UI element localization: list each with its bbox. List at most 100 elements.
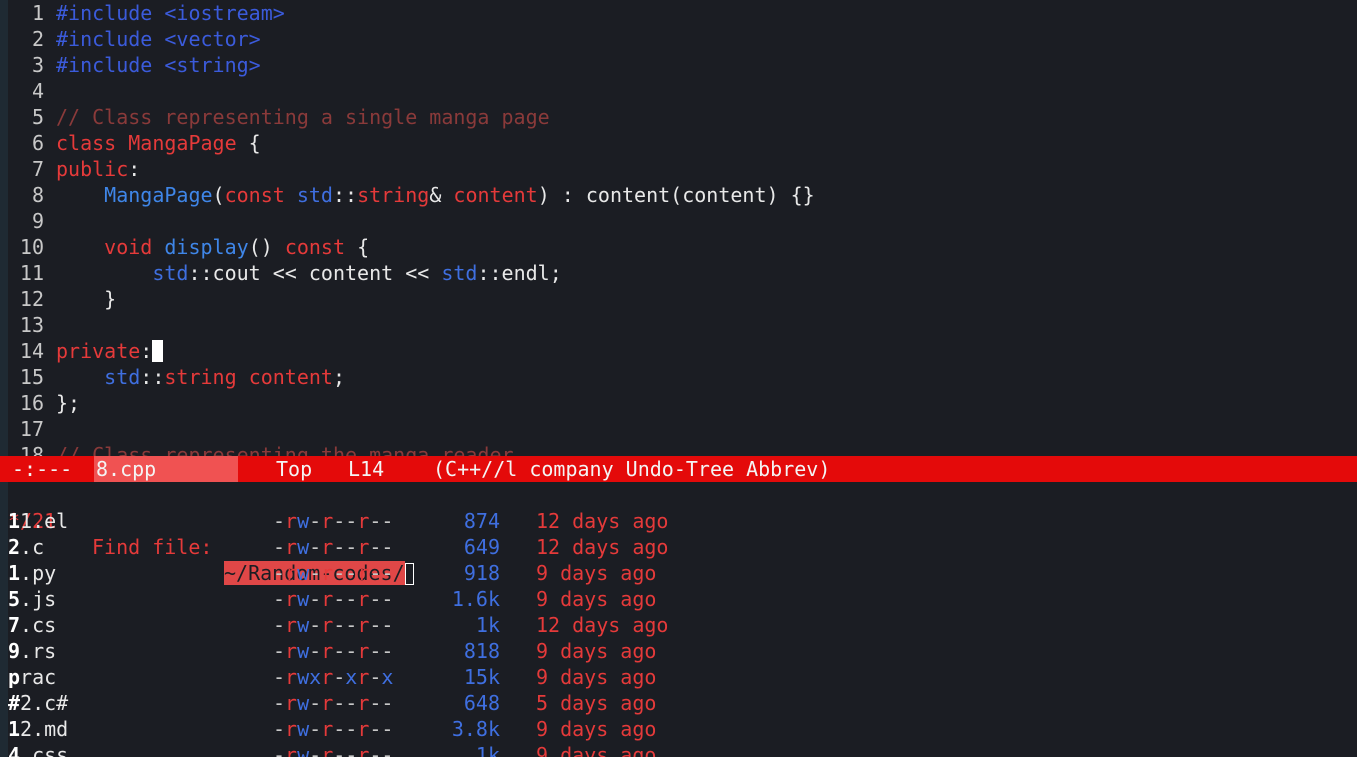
text-cursor (152, 340, 164, 362)
line-number: 8 (31, 183, 44, 207)
file-modified-age: 9 days ago (536, 665, 657, 689)
line-number: 15 (19, 365, 44, 389)
file-name[interactable]: 9.rs (8, 638, 56, 664)
line-number: 3 (31, 53, 44, 77)
code-line[interactable]: 7 public: (0, 156, 140, 182)
minibuffer[interactable]: */21 Find file: ~/Random-codes/ (0, 482, 1357, 585)
file-permissions: -rw-r--r-- (273, 561, 394, 585)
file-size: 15k (463, 665, 500, 689)
code-text[interactable]: // Class representing the manga reader (56, 443, 514, 456)
file-size: 649 (463, 535, 500, 559)
file-candidates-list: 11.el -rw-r--r-- 874 12 days ago 2.c -rw-r--r… (0, 508, 1357, 757)
modeline-line-number: L14 (348, 457, 385, 481)
file-permissions: -rw-r--r-- (273, 613, 394, 637)
file-name[interactable]: prac (8, 664, 56, 690)
code-line[interactable]: 6 class MangaPage { (0, 130, 261, 156)
file-candidate-row[interactable]: 4.css -rw-r--r-- 1k 9 days ago (0, 742, 1357, 757)
code-text[interactable]: public: (56, 157, 140, 181)
code-line[interactable]: 5 // Class representing a single manga pa… (0, 104, 550, 130)
file-candidate-row[interactable]: #2.c# -rw-r--r-- 648 5 days ago (0, 690, 1357, 716)
file-candidate-row[interactable]: 11.el -rw-r--r-- 874 12 days ago (0, 508, 1357, 534)
code-text[interactable]: void display() const { (56, 235, 369, 259)
line-number: 2 (31, 27, 44, 51)
code-line[interactable]: 2 #include <vector> (0, 26, 261, 52)
line-number: 11 (19, 261, 44, 285)
code-line[interactable]: 18 // Class representing the manga reader (0, 442, 514, 456)
file-name[interactable]: 11.el (8, 508, 68, 534)
file-name[interactable]: 2.c (8, 534, 44, 560)
code-line[interactable]: 10 void display() const { (0, 234, 369, 260)
file-candidate-row[interactable]: 9.rs -rw-r--r-- 818 9 days ago (0, 638, 1357, 664)
code-editor[interactable]: 1 #include <iostream> 2 #include <vector> 3 #… (0, 0, 1357, 456)
file-modified-age: 9 days ago (536, 743, 657, 757)
file-size: 918 (463, 561, 500, 585)
line-number: 14 (19, 339, 44, 363)
file-name[interactable]: 7.cs (8, 612, 56, 638)
code-text[interactable]: #include <string> (56, 53, 261, 77)
line-number: 4 (31, 79, 44, 103)
code-line[interactable]: 13 (0, 312, 56, 338)
file-modified-age: 12 days ago (536, 535, 669, 559)
line-number: 1 (31, 1, 44, 25)
modeline-buffer-name[interactable]: 8.cpp (94, 456, 238, 482)
code-text[interactable]: #include <iostream> (56, 1, 285, 25)
file-candidate-row[interactable]: prac -rwxr-xr-x 15k 9 days ago (0, 664, 1357, 690)
file-candidate-row[interactable]: 2.c -rw-r--r-- 649 12 days ago (0, 534, 1357, 560)
file-size: 3.8k (451, 717, 500, 741)
code-line[interactable]: 14 private: (0, 338, 164, 364)
file-name[interactable]: 12.md (8, 716, 68, 742)
file-size: 1k (475, 613, 500, 637)
code-text[interactable]: private: (56, 339, 164, 363)
line-number: 13 (19, 313, 44, 337)
file-permissions: -rw-r--r-- (273, 639, 394, 663)
file-candidate-row[interactable]: 12.md -rw-r--r-- 3.8k 9 days ago (0, 716, 1357, 742)
code-line[interactable]: 4 (0, 78, 56, 104)
code-text[interactable]: std::cout << content << std::endl; (56, 261, 561, 285)
line-number: 17 (19, 417, 44, 441)
file-modified-age: 5 days ago (536, 691, 657, 715)
file-permissions: -rw-r--r-- (273, 743, 394, 757)
file-size: 1k (475, 743, 500, 757)
file-modified-age: 9 days ago (536, 587, 657, 611)
modeline-position: Top (276, 457, 313, 481)
file-name[interactable]: 4.css (8, 742, 68, 757)
code-text[interactable]: #include <vector> (56, 27, 261, 51)
code-line[interactable]: 3 #include <string> (0, 52, 261, 78)
code-line[interactable]: 8 MangaPage(const std::string& content) … (0, 182, 815, 208)
code-text[interactable]: std::string content; (56, 365, 345, 389)
modeline-state: -:--- (12, 457, 73, 481)
code-text[interactable]: } (56, 287, 116, 311)
line-number: 10 (19, 235, 44, 259)
file-permissions: -rwxr-xr-x (273, 665, 394, 689)
file-permissions: -rw-r--r-- (273, 535, 394, 559)
file-name[interactable]: #2.c# (8, 690, 68, 716)
code-line[interactable]: 15 std::string content; (0, 364, 345, 390)
modeline-major-modes: (C++//l company Undo-Tree Abbrev) (433, 457, 831, 481)
line-number: 6 (31, 131, 44, 155)
line-number: 12 (19, 287, 44, 311)
file-name[interactable]: 1.py (8, 560, 56, 586)
file-name[interactable]: 5.js (8, 586, 56, 612)
file-candidate-row[interactable]: 1.py -rw-r--r-- 918 9 days ago (0, 560, 1357, 586)
code-line[interactable]: 16}; (0, 390, 80, 416)
code-line[interactable]: 12 } (0, 286, 116, 312)
code-text[interactable]: // Class representing a single manga pag… (56, 105, 550, 129)
file-permissions: -rw-r--r-- (273, 717, 394, 741)
file-candidate-row[interactable]: 5.js -rw-r--r-- 1.6k 9 days ago (0, 586, 1357, 612)
code-text[interactable]: class MangaPage { (56, 131, 261, 155)
file-size: 818 (463, 639, 500, 663)
line-number: 16 (19, 391, 44, 415)
code-text[interactable]: }; (56, 391, 80, 415)
code-line[interactable]: 1 #include <iostream> (0, 0, 285, 26)
code-line[interactable]: 9 (0, 208, 56, 234)
file-size: 874 (463, 509, 500, 533)
code-line[interactable]: 17 (0, 416, 56, 442)
file-candidate-row[interactable]: 7.cs -rw-r--r-- 1k 12 days ago (0, 612, 1357, 638)
file-modified-age: 9 days ago (536, 717, 657, 741)
code-line[interactable]: 11 std::cout << content << std::endl; (0, 260, 562, 286)
file-permissions: -rw-r--r-- (273, 587, 394, 611)
file-modified-age: 12 days ago (536, 613, 669, 637)
line-number: 9 (31, 209, 44, 233)
file-modified-age: 9 days ago (536, 639, 657, 663)
code-text[interactable]: MangaPage(const std::string& content) : … (56, 183, 814, 207)
